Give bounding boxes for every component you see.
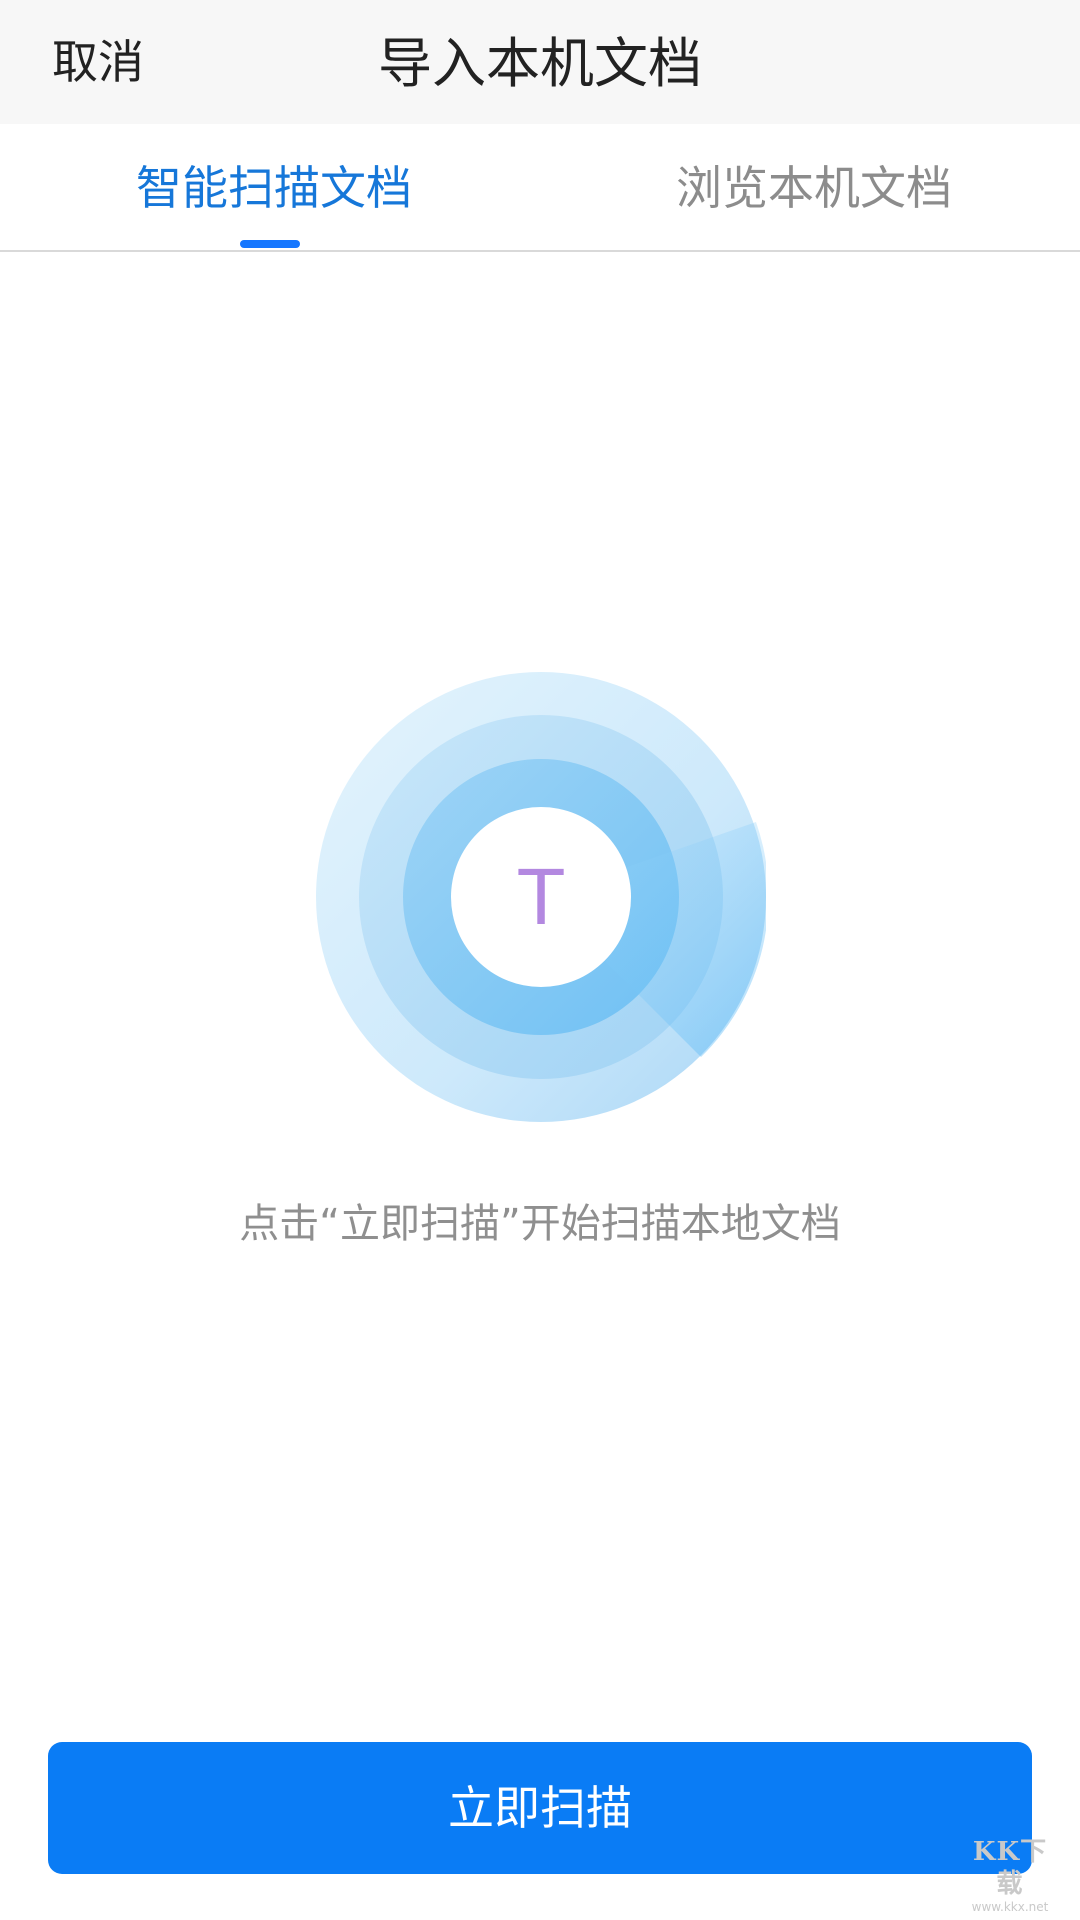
tab-bar: 智能扫描文档 浏览本机文档: [0, 124, 1080, 252]
import-local-documents-screen: 取消 导入本机文档 智能扫描文档 浏览本机文档 T 点击“立即扫描”开始扫描本地…: [0, 0, 1080, 1920]
active-tab-indicator: [240, 240, 300, 248]
tab-smart-scan-label: 智能扫描文档: [136, 161, 412, 215]
scan-hint-text: 点击“立即扫描”开始扫描本地文档: [239, 1201, 841, 1247]
tab-browse-local[interactable]: 浏览本机文档: [540, 124, 1080, 250]
top-bar: 取消 导入本机文档: [0, 0, 1080, 124]
page-title: 导入本机文档: [378, 32, 702, 95]
watermark-logo: KK下载: [972, 1837, 1048, 1899]
watermark-url: www.kkx.net: [971, 1900, 1049, 1914]
watermark: KK下载 www.kkx.net: [962, 1836, 1058, 1914]
document-letter-icon: T: [516, 852, 566, 941]
tab-browse-local-label: 浏览本机文档: [676, 161, 952, 215]
scan-radar-icon: T: [316, 672, 766, 1122]
tab-smart-scan[interactable]: 智能扫描文档: [0, 124, 540, 250]
scan-now-button[interactable]: 立即扫描: [48, 1742, 1032, 1874]
